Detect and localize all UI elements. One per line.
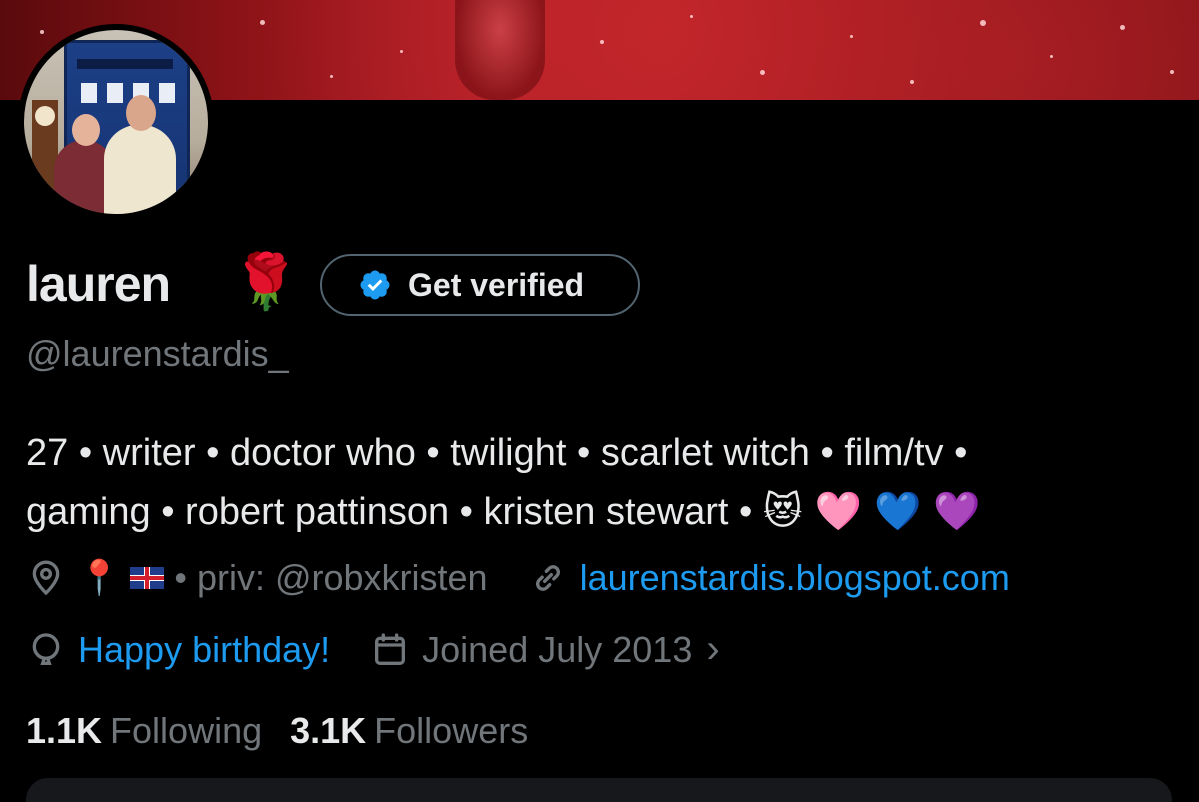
profile-page: lauren 🌹 Get verified @laurenstardis_ 27…	[0, 0, 1199, 802]
pushpin-emoji: 📍	[78, 558, 121, 598]
followers-link[interactable]: 3.1K Followers	[290, 710, 528, 752]
profile-meta-row-2: Happy birthday! Joined July 2013 ›	[26, 627, 720, 672]
profile-avatar[interactable]	[18, 24, 214, 220]
follow-stats: 1.1K Following 3.1K Followers	[26, 710, 556, 752]
person-right	[104, 95, 176, 214]
display-name: lauren	[26, 256, 171, 312]
uk-flag-icon	[130, 567, 165, 589]
birthday-text[interactable]: Happy birthday!	[78, 629, 330, 671]
following-label: Following	[110, 710, 263, 751]
profile-bio: 27 • writer • doctor who • twilight • sc…	[26, 424, 1146, 541]
following-count: 1.1K	[26, 710, 103, 751]
link-icon	[535, 565, 560, 591]
location-text: • priv: @robxkristen	[174, 557, 488, 598]
followers-count: 3.1K	[290, 710, 367, 751]
chevron-right-icon[interactable]: ›	[706, 627, 719, 672]
joined-date: Joined July 2013	[422, 628, 693, 670]
bio-line-1: 27 • writer • doctor who • twilight • sc…	[26, 432, 968, 474]
profile-handle: @laurenstardis_	[26, 333, 289, 374]
bio-line-2-text: gaming • robert pattinson • kristen stew…	[26, 491, 763, 533]
next-section-card	[26, 778, 1172, 802]
verified-badge-icon	[360, 270, 390, 300]
website-link[interactable]: laurenstardis.blogspot.com	[580, 557, 1010, 599]
following-link[interactable]: 1.1K Following	[26, 710, 262, 752]
bio-emojis: 😻 🩷 💙 💜	[762, 489, 981, 533]
get-verified-button[interactable]: Get verified	[320, 254, 640, 316]
bio-line-2: gaming • robert pattinson • kristen stew…	[26, 482, 1146, 541]
followers-label: Followers	[374, 710, 529, 751]
banner-figure	[455, 0, 545, 100]
calendar-icon	[375, 632, 406, 665]
location-icon	[32, 560, 60, 596]
get-verified-label: Get verified	[408, 266, 585, 303]
rose-emoji: 🌹	[232, 250, 300, 313]
avatar-photo	[24, 30, 208, 214]
profile-meta-row-1: 📍 • priv: @robxkristen laurenstardis.blo…	[26, 557, 1010, 599]
balloon-icon	[32, 632, 60, 665]
